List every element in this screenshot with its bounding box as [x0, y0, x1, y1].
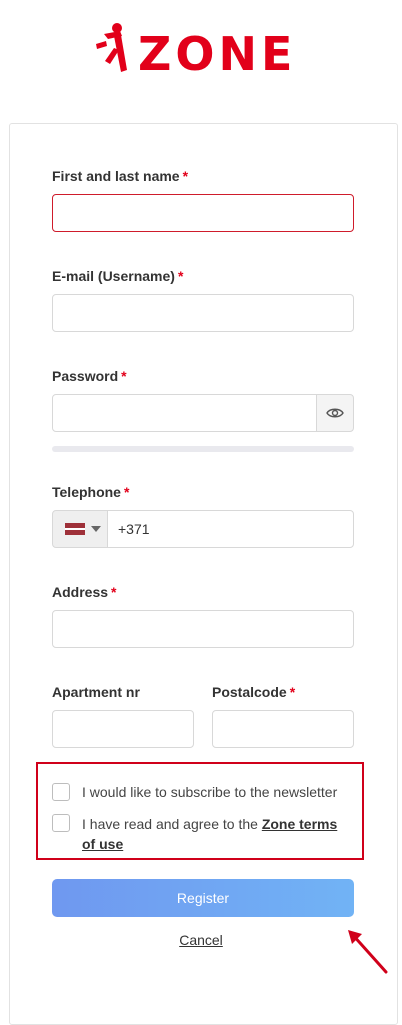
apartment-input[interactable] [52, 710, 194, 748]
terms-label: I have read and agree to the Zone terms … [82, 814, 352, 854]
brand-name: ZONE [138, 27, 296, 74]
newsletter-label: I would like to subscribe to the newslet… [82, 784, 338, 800]
telephone-label-text: Telephone [52, 484, 121, 500]
running-person-icon: ZONE [96, 23, 296, 81]
address-label-text: Address [52, 584, 109, 600]
email-input[interactable] [52, 294, 354, 332]
latvia-flag-icon [65, 523, 85, 535]
eye-icon [326, 408, 344, 418]
password-label-text: Password [52, 368, 119, 384]
terms-label-prefix: I have read and agree to the [82, 816, 258, 832]
zone-logo: ZONE [90, 22, 315, 81]
terms-checkbox[interactable] [52, 814, 70, 832]
register-button[interactable]: Register [52, 879, 354, 917]
show-password-button[interactable] [316, 394, 354, 432]
name-input[interactable] [52, 194, 354, 232]
required-mark: * [111, 584, 117, 600]
address-input[interactable] [52, 610, 354, 648]
postalcode-label-text: Postalcode [212, 684, 287, 700]
annotation-arrow-icon [348, 930, 388, 974]
name-label: First and last name * [52, 168, 188, 184]
required-mark: * [182, 168, 189, 184]
name-label-text: First and last name [52, 168, 180, 184]
country-code-dropdown[interactable] [52, 510, 108, 548]
telephone-input[interactable] [107, 510, 354, 548]
email-label: E-mail (Username) * [52, 268, 183, 284]
required-mark: * [121, 368, 127, 384]
caret-down-icon [91, 526, 101, 532]
address-label: Address * [52, 584, 116, 600]
apartment-label-text: Apartment nr [52, 684, 140, 700]
postalcode-input[interactable] [212, 710, 354, 748]
newsletter-checkbox[interactable] [52, 783, 70, 801]
apartment-label: Apartment nr [52, 684, 140, 700]
email-label-text: E-mail (Username) [52, 268, 175, 284]
telephone-label: Telephone * [52, 484, 129, 500]
required-mark: * [123, 484, 130, 500]
password-label: Password * [52, 368, 127, 384]
postalcode-label: Postalcode * [212, 684, 295, 700]
required-mark: * [177, 268, 184, 284]
required-mark: * [289, 684, 296, 700]
password-strength-bar [52, 446, 354, 452]
password-input[interactable] [52, 394, 317, 432]
